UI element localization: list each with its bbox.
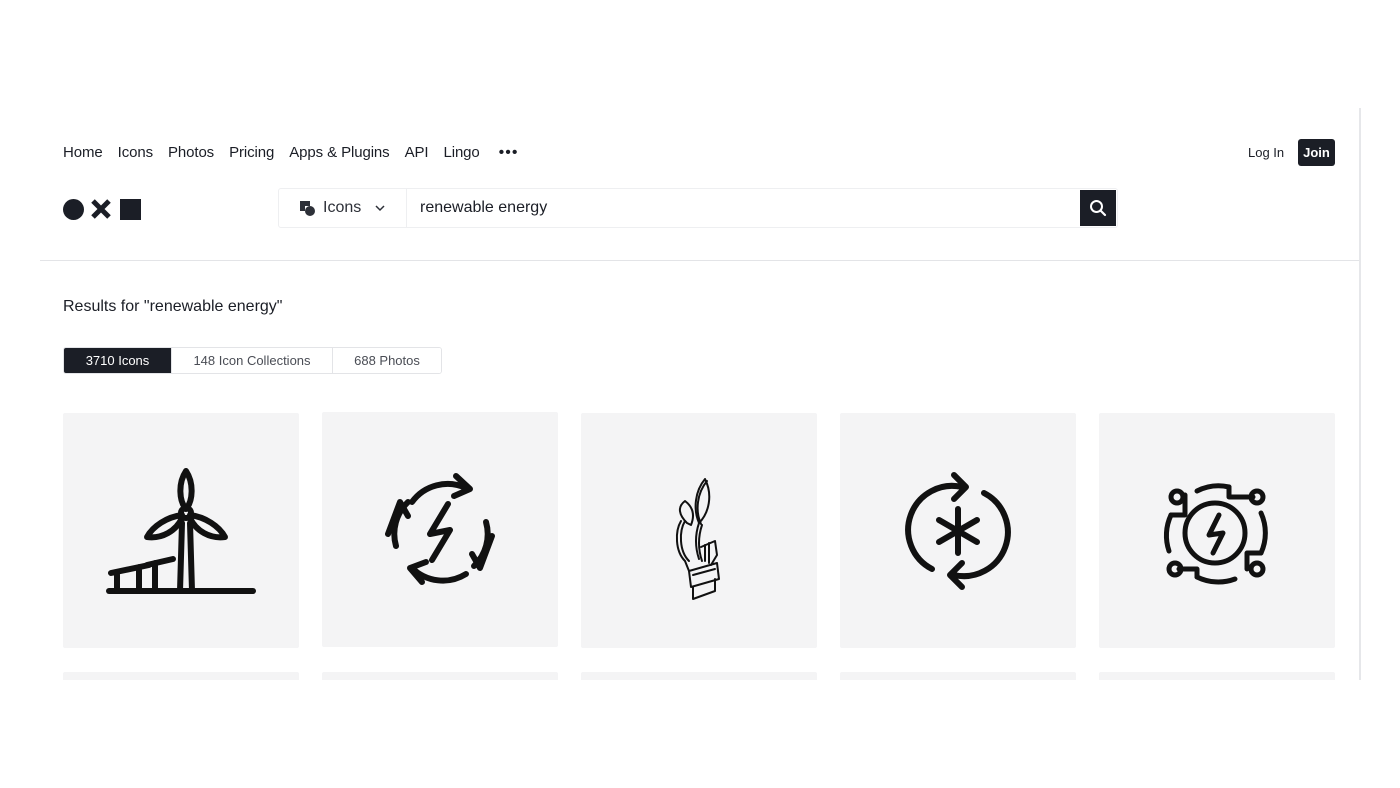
- more-menu-icon[interactable]: •••: [499, 144, 519, 160]
- wind-turbine-solar-icon: [106, 467, 256, 594]
- logo-circle-icon: [63, 198, 84, 220]
- tab-icons[interactable]: 3710 Icons: [64, 348, 172, 373]
- header-divider: [40, 260, 1360, 261]
- search-input[interactable]: [407, 189, 1080, 227]
- icon-card-wind-turbine[interactable]: [63, 413, 299, 648]
- chevron-down-icon: [375, 204, 385, 211]
- app-frame: Home Icons Photos Pricing Apps & Plugins…: [40, 108, 1360, 680]
- nav-home[interactable]: Home: [63, 144, 103, 161]
- icon-card-renew-asterisk[interactable]: [840, 413, 1076, 648]
- search-button[interactable]: [1080, 190, 1116, 226]
- icon-card-energy-circuit[interactable]: [1099, 413, 1335, 648]
- search-type-label: Icons: [323, 199, 362, 216]
- recycle-energy-icon: [385, 472, 495, 585]
- nav-icons[interactable]: Icons: [118, 144, 153, 161]
- search-bar: Icons: [278, 188, 1118, 228]
- nav-pricing[interactable]: Pricing: [229, 144, 274, 161]
- nav-api[interactable]: API: [405, 144, 429, 161]
- energy-circuit-icon: [1163, 482, 1268, 584]
- search-icon: [1090, 200, 1107, 217]
- icons-type-icon: [300, 200, 315, 216]
- top-nav: Home Icons Photos Pricing Apps & Plugins…: [63, 144, 518, 161]
- logo-square-icon: [120, 198, 141, 220]
- nav-photos[interactable]: Photos: [168, 144, 214, 161]
- tab-photos[interactable]: 688 Photos: [333, 348, 441, 373]
- login-link[interactable]: Log In: [1248, 145, 1284, 160]
- results-title: Results for "renewable energy": [63, 298, 283, 315]
- renew-asterisk-icon: [905, 471, 1011, 590]
- logo[interactable]: [63, 198, 141, 220]
- icon-card-row2-3[interactable]: [581, 672, 817, 680]
- join-button[interactable]: Join: [1298, 139, 1335, 166]
- scrollbar-track[interactable]: [1359, 108, 1361, 680]
- results-tabs: 3710 Icons 148 Icon Collections 688 Phot…: [63, 347, 442, 374]
- nav-apps-plugins[interactable]: Apps & Plugins: [289, 144, 389, 161]
- icon-card-row2-4[interactable]: [840, 672, 1076, 680]
- icon-card-row2-2[interactable]: [322, 672, 558, 680]
- icon-card-sprout-hand[interactable]: [581, 413, 817, 648]
- icon-card-recycle-energy[interactable]: [322, 412, 558, 647]
- sprout-hand-isometric-icon: [675, 477, 720, 600]
- nav-lingo[interactable]: Lingo: [443, 144, 479, 161]
- icon-card-row2-5[interactable]: [1099, 672, 1335, 680]
- logo-cross-icon: [91, 199, 111, 219]
- tab-icon-collections[interactable]: 148 Icon Collections: [172, 348, 333, 373]
- icon-card-row2-1[interactable]: [63, 672, 299, 680]
- search-type-dropdown[interactable]: Icons: [279, 189, 407, 227]
